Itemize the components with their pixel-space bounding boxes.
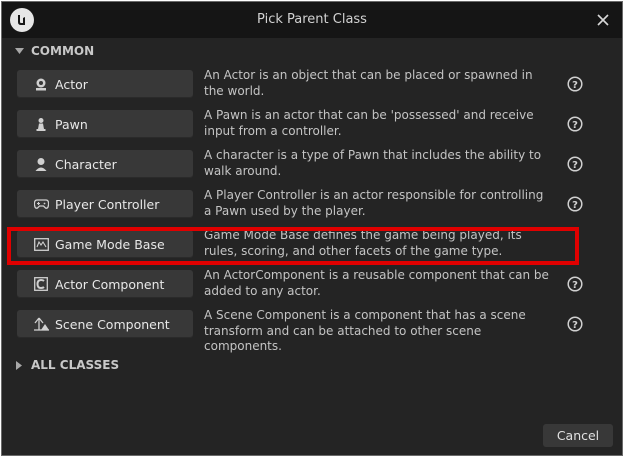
character-description: A character is a type of Pawn that inclu… [204,148,542,178]
character-icon [33,156,49,172]
help-icon[interactable]: ? [567,116,583,132]
pawn-button[interactable]: Pawn [17,110,193,138]
dialog-title: Pick Parent Class [257,12,367,27]
scene-component-description: A Scene Component is a component that ha… [204,308,526,353]
actor-button-label: Actor [55,76,88,92]
pawn-button-label: Pawn [55,116,88,132]
pawn-description: A Pawn is an actor that can be 'possesse… [204,108,534,138]
chevron-right-icon [13,359,25,371]
actor-component-icon [33,276,49,292]
gamepad-icon [33,196,49,212]
actor-component-description: An ActorComponent is a reusable componen… [204,268,549,298]
section-common-label: COMMON [31,44,95,58]
close-icon [597,14,609,26]
class-row-scene-component: Scene Component A Scene Component is a c… [2,308,622,353]
help-icon[interactable]: ? [567,276,583,292]
help-icon[interactable]: ? [567,196,583,212]
chevron-down-icon [13,45,25,57]
help-icon[interactable]: ? [567,156,583,172]
class-row-actor-component: Actor Component An ActorComponent is a r… [2,268,622,308]
player-controller-button[interactable]: Player Controller [17,190,193,218]
pick-parent-class-dialog: Pick Parent Class COMMON Actor An Actor … [1,1,623,456]
player-controller-description: A Player Controller is an actor responsi… [204,188,544,218]
svg-text:?: ? [572,320,578,331]
character-button-label: Character [55,156,117,172]
close-button[interactable] [594,11,612,29]
actor-component-button-label: Actor Component [55,276,165,292]
class-row-character: Character A character is a type of Pawn … [2,148,622,188]
help-icon[interactable]: ? [567,316,583,332]
character-button[interactable]: Character [17,150,193,178]
title-bar: Pick Parent Class [2,2,622,38]
player-controller-button-label: Player Controller [55,196,160,212]
actor-button[interactable]: Actor [17,70,193,98]
section-common-header[interactable]: COMMON [2,40,622,62]
svg-text:?: ? [572,120,578,131]
svg-text:?: ? [572,160,578,171]
scene-component-icon [33,316,49,332]
highlight-box [7,227,579,265]
scene-component-button[interactable]: Scene Component [17,310,193,338]
class-row-actor: Actor An Actor is an object that can be … [2,68,622,108]
section-all-classes-label: ALL CLASSES [31,358,120,372]
pawn-icon [33,116,49,132]
svg-text:?: ? [572,280,578,291]
svg-text:?: ? [572,200,578,211]
help-icon[interactable]: ? [567,76,583,92]
actor-component-button[interactable]: Actor Component [17,270,193,298]
class-row-player-controller: Player Controller A Player Controller is… [2,188,622,228]
class-row-pawn: Pawn A Pawn is an actor that can be 'pos… [2,108,622,148]
cancel-button[interactable]: Cancel [543,424,613,447]
section-all-classes-header[interactable]: ALL CLASSES [2,354,622,376]
svg-text:?: ? [572,80,578,91]
actor-description: An Actor is an object that can be placed… [204,68,533,98]
scene-component-button-label: Scene Component [55,316,170,332]
actor-icon [33,76,49,92]
